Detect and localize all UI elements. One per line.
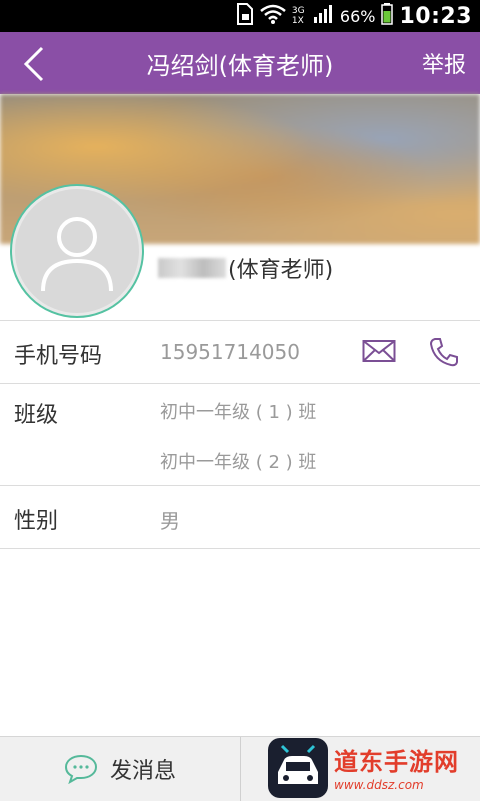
car-logo-icon: [268, 738, 328, 798]
blurred-name: [158, 258, 226, 278]
wifi-icon: [260, 4, 286, 29]
watermark-text: 道东手游网: [334, 748, 459, 776]
battery-icon: [381, 2, 394, 30]
teacher-role: (体育老师): [228, 258, 334, 283]
battery-percentage: 66%: [339, 6, 376, 26]
teacher-name: (体育老师): [158, 252, 333, 284]
clock: 10:23: [399, 3, 472, 29]
app-bar: 冯绍剑(体育老师) 举报: [0, 32, 480, 94]
network-type: 3G 1X: [291, 6, 305, 26]
class-label: 班级: [14, 403, 59, 428]
divider: [0, 485, 480, 486]
gender-value: 男: [160, 509, 180, 533]
report-button[interactable]: 举报: [422, 32, 466, 94]
status-bar: 3G 1X 66% 10:23: [0, 0, 480, 32]
status-bar-right: 3G 1X 66% 10:23: [236, 0, 472, 32]
phone-number: 15951714050: [160, 340, 300, 364]
phone-label: 手机号码: [14, 344, 103, 369]
call-button[interactable]: [428, 336, 460, 372]
phone-icon: [429, 338, 458, 367]
divider: [0, 383, 480, 384]
page-title: 冯绍剑(体育老师): [146, 51, 334, 80]
default-user-icon: [41, 217, 113, 292]
divider: [0, 320, 480, 321]
sim-card-icon: [236, 2, 254, 30]
send-message-button[interactable]: 发消息: [0, 737, 240, 801]
watermark-subtext: www.ddsz.com: [334, 778, 424, 792]
gender-label: 性别: [14, 509, 59, 534]
envelope-icon: [362, 340, 396, 362]
class-item: 初中一年级 ( 2 ) 班: [160, 452, 317, 473]
sms-button[interactable]: [362, 338, 396, 368]
send-message-label: 发消息: [109, 759, 176, 784]
signal-icon: [313, 4, 334, 28]
watermark-logo: 道东手游网 www.ddsz.com: [268, 736, 478, 800]
chat-bubble-icon: [64, 754, 97, 784]
class-item: 初中一年级 ( 1 ) 班: [160, 402, 317, 423]
divider: [0, 548, 480, 549]
avatar[interactable]: [12, 186, 142, 316]
